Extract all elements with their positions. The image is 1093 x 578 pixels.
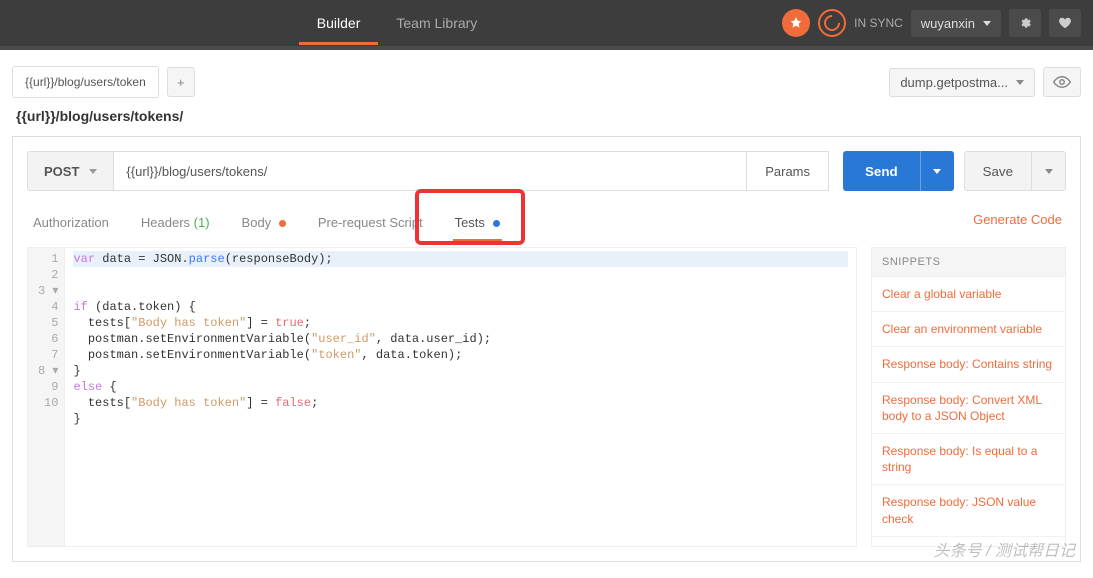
sync-icon[interactable]	[818, 9, 846, 37]
app-header: Builder Team Library IN SYNC wuyanxin	[0, 0, 1093, 46]
snippet-item[interactable]: Clear a global variable	[872, 277, 1065, 312]
heart-button[interactable]	[1049, 9, 1081, 37]
user-menu[interactable]: wuyanxin	[911, 10, 1001, 37]
request-tab-active[interactable]: {{url}}/blog/users/token	[12, 66, 159, 98]
editor-content[interactable]: var data = JSON.parse(responseBody); if …	[65, 248, 856, 546]
snippet-item[interactable]: Response body: JSON value check	[872, 485, 1065, 536]
settings-button[interactable]	[1009, 9, 1041, 37]
method-label: POST	[44, 164, 79, 179]
header-tabs: Builder Team Library	[299, 1, 496, 45]
header-right: IN SYNC wuyanxin	[782, 9, 1081, 37]
chevron-down-icon	[89, 169, 97, 174]
interceptor-icon[interactable]	[782, 9, 810, 37]
environment-selected: dump.getpostma...	[900, 75, 1008, 90]
tab-body[interactable]: Body	[240, 207, 288, 242]
request-subtabs: Authorization Headers (1) Body Pre-reque…	[27, 201, 1066, 243]
editor-area: 1 2 3 ▾ 4 5 6 7 8 ▾ 9 10 var data = JSON…	[27, 247, 1066, 547]
snippets-panel: SNIPPETS Clear a global variable Clear a…	[871, 247, 1066, 547]
request-title: {{url}}/blog/users/tokens/	[0, 108, 1093, 136]
header-center: Builder Team Library	[12, 1, 782, 45]
tab-tests-label: Tests	[455, 215, 485, 230]
snippet-item[interactable]: Response body: Is equal to a string	[872, 434, 1065, 485]
send-dropdown[interactable]	[920, 151, 954, 191]
headers-count: (1)	[194, 215, 210, 230]
url-bar: POST Params Send Save	[27, 151, 1066, 191]
method-dropdown[interactable]: POST	[27, 151, 114, 191]
dot-indicator-icon	[493, 220, 500, 227]
request-tabs-bar: {{url}}/blog/users/token + dump.getpostm…	[0, 50, 1093, 108]
tab-builder[interactable]: Builder	[299, 1, 379, 45]
chevron-down-icon	[983, 21, 991, 26]
code-editor[interactable]: 1 2 3 ▾ 4 5 6 7 8 ▾ 9 10 var data = JSON…	[27, 247, 857, 547]
tab-team-library[interactable]: Team Library	[378, 1, 495, 45]
add-request-tab[interactable]: +	[167, 67, 195, 97]
environment-dropdown[interactable]: dump.getpostma...	[889, 68, 1035, 97]
request-panel: POST Params Send Save Authorization Head…	[12, 136, 1081, 562]
generate-code-link[interactable]: Generate Code	[973, 212, 1062, 237]
tab-tests[interactable]: Tests	[453, 207, 502, 242]
sync-status: IN SYNC	[854, 16, 903, 30]
save-dropdown[interactable]	[1032, 151, 1066, 191]
save-button[interactable]: Save	[964, 151, 1032, 191]
snippet-item[interactable]: Clear an environment variable	[872, 312, 1065, 347]
environment-quicklook[interactable]	[1043, 67, 1081, 97]
tab-headers-label: Headers	[141, 215, 190, 230]
tab-headers[interactable]: Headers (1)	[139, 207, 212, 242]
tab-body-label: Body	[242, 215, 272, 230]
editor-gutter: 1 2 3 ▾ 4 5 6 7 8 ▾ 9 10	[28, 248, 65, 546]
dot-indicator-icon	[279, 220, 286, 227]
tab-prerequest[interactable]: Pre-request Script	[316, 207, 425, 242]
tab-authorization[interactable]: Authorization	[31, 207, 111, 242]
chevron-down-icon	[1016, 80, 1024, 85]
snippets-header: SNIPPETS	[872, 248, 1065, 277]
snippet-item[interactable]: Response body: Contains string	[872, 347, 1065, 382]
send-button[interactable]: Send	[843, 151, 920, 191]
snippet-item[interactable]: Response body: Convert XML body to a JSO…	[872, 383, 1065, 434]
snippet-item[interactable]: Response headers: Content-	[872, 537, 1065, 547]
username-label: wuyanxin	[921, 16, 975, 31]
params-button[interactable]: Params	[747, 151, 829, 191]
url-input[interactable]	[114, 151, 747, 191]
